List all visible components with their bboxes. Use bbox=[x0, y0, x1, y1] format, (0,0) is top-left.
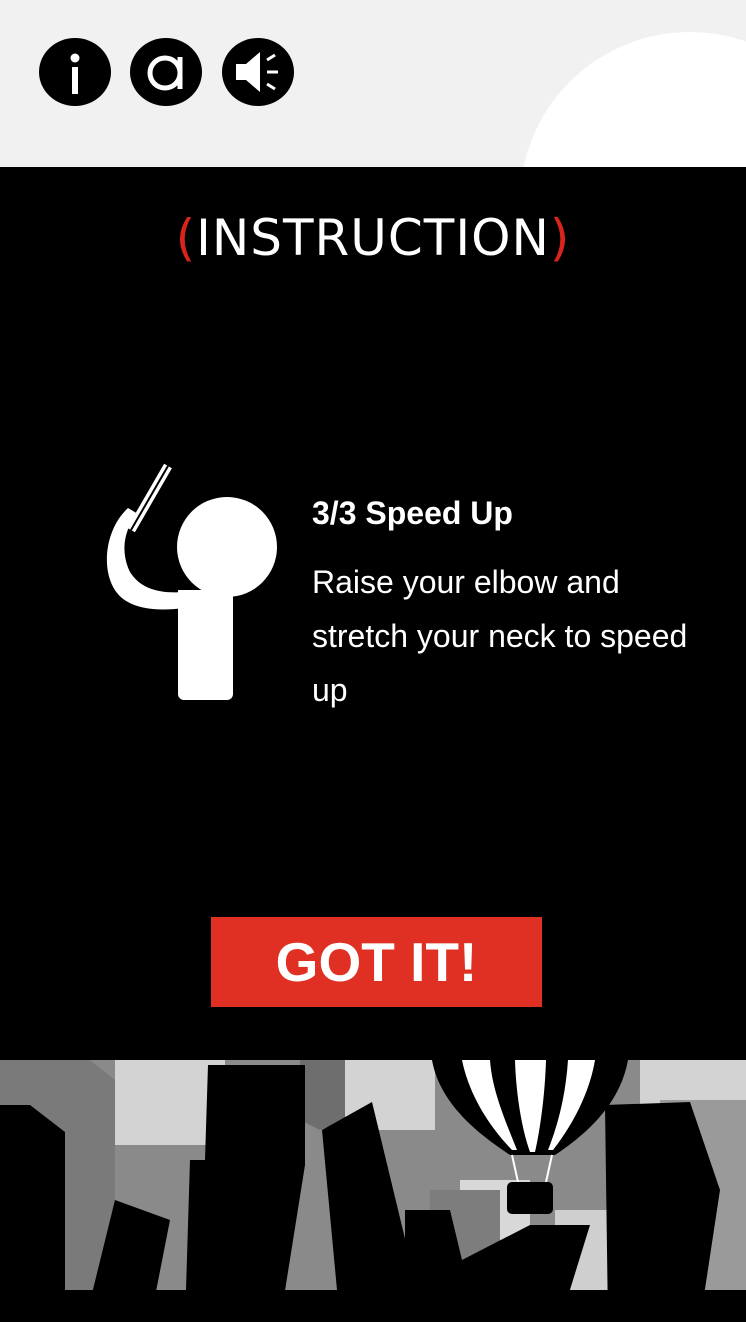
step-heading: 3/3 Speed Up bbox=[312, 495, 513, 531]
moon-shape bbox=[520, 32, 746, 167]
instruction-title: (INSTRUCTION) bbox=[0, 205, 746, 271]
paren-open: ( bbox=[175, 209, 197, 267]
letter-a-icon bbox=[147, 55, 183, 91]
city-skyline-illustration bbox=[0, 1060, 746, 1322]
info-button[interactable] bbox=[39, 38, 111, 106]
raise-elbow-figure-icon bbox=[106, 463, 277, 700]
speaker-icon bbox=[236, 52, 278, 92]
paren-close: ) bbox=[549, 209, 571, 267]
sound-button[interactable] bbox=[222, 38, 294, 106]
about-button[interactable] bbox=[130, 38, 202, 106]
got-it-button[interactable]: GOT IT! bbox=[211, 917, 542, 1007]
top-bar bbox=[0, 0, 746, 167]
step-description: Raise your elbow and stretch your neck t… bbox=[312, 564, 688, 708]
info-icon bbox=[70, 53, 80, 94]
title-text: INSTRUCTION bbox=[196, 209, 550, 267]
